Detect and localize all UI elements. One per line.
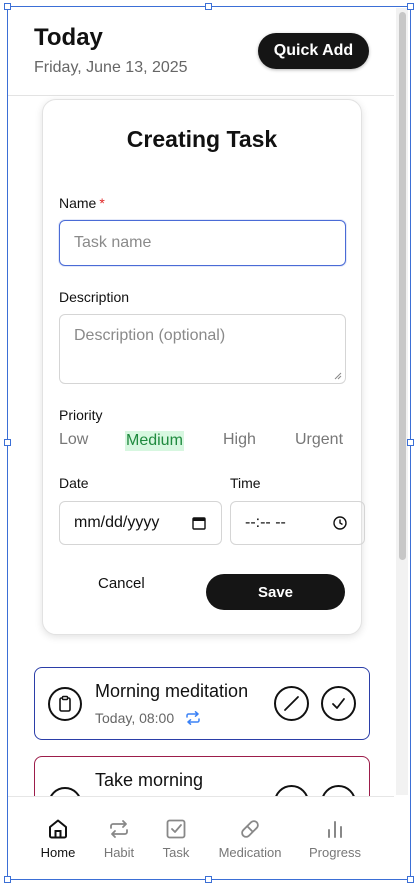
task-title: Morning meditation — [95, 681, 249, 701]
required-mark: * — [99, 195, 105, 211]
task-card[interactable]: Morning meditation Today, 08:00 — [34, 667, 370, 740]
checkbox-icon — [166, 819, 186, 839]
priority-high[interactable]: High — [223, 431, 256, 449]
skip-button[interactable] — [274, 686, 309, 721]
repeat-icon — [110, 820, 128, 838]
priority-label: Priority — [59, 407, 103, 423]
page-date: Friday, June 13, 2025 — [34, 59, 188, 76]
nav-label: Home — [40, 845, 76, 860]
bottom-nav: Home Habit Task Medication Progress — [8, 796, 394, 881]
resize-handle-top-right[interactable] — [407, 3, 414, 10]
name-label-text: Name — [59, 195, 97, 211]
modal-title: Creating Task — [126, 126, 278, 152]
clock-icon[interactable] — [332, 515, 348, 531]
time-placeholder: --:-- -- — [245, 514, 286, 531]
description-label: Description — [59, 289, 130, 305]
description-textarea[interactable]: Description (optional) — [59, 314, 346, 384]
resize-handle-right[interactable] — [407, 439, 414, 446]
task-meta: Today, 08:00 — [95, 710, 202, 726]
resize-handle-bottom-right[interactable] — [407, 876, 414, 883]
nav-label: Task — [162, 845, 190, 860]
home-icon — [49, 819, 67, 839]
task-type-button[interactable] — [48, 687, 82, 721]
resize-handle-bottom[interactable] — [205, 876, 212, 883]
nav-item-medication[interactable]: Medication — [217, 817, 283, 860]
repeat-icon — [186, 711, 200, 725]
create-task-modal: Creating Task Name * Task name Descriptio… — [42, 99, 365, 635]
task-title: Take morning — [95, 770, 204, 790]
quick-add-button[interactable]: Quick Add — [258, 33, 369, 69]
task-time: Today, 08:00 — [95, 710, 175, 726]
calendar-icon[interactable] — [191, 515, 207, 531]
cancel-button[interactable]: Cancel — [98, 575, 145, 592]
slash-icon — [284, 696, 299, 711]
scrollbar-thumb[interactable] — [399, 12, 406, 560]
resize-grip-icon[interactable] — [334, 372, 342, 380]
nav-item-home[interactable]: Home — [40, 817, 76, 860]
page-title: Today — [34, 24, 103, 51]
task-name-placeholder: Task name — [74, 234, 152, 251]
resize-handle-bottom-left[interactable] — [4, 876, 11, 883]
resize-handle-top[interactable] — [205, 3, 212, 10]
header-divider — [8, 95, 394, 96]
check-icon — [332, 698, 345, 709]
name-label: Name * — [59, 195, 105, 211]
time-label: Time — [230, 475, 261, 491]
time-input[interactable]: --:-- -- — [230, 501, 365, 545]
resize-handle-left[interactable] — [4, 439, 11, 446]
resize-handle-top-left[interactable] — [4, 3, 11, 10]
priority-urgent[interactable]: Urgent — [295, 431, 343, 449]
date-input[interactable]: mm/dd/yyyy — [59, 501, 222, 545]
clipboard-icon — [59, 695, 71, 712]
priority-medium[interactable]: Medium — [125, 431, 184, 451]
save-button[interactable]: Save — [206, 574, 345, 610]
nav-label: Progress — [309, 845, 362, 860]
pill-icon — [241, 820, 259, 838]
task-name-input[interactable]: Task name — [59, 220, 346, 266]
date-label: Date — [59, 475, 89, 491]
description-placeholder: Description (optional) — [74, 327, 226, 344]
priority-low[interactable]: Low — [59, 431, 88, 449]
nav-item-habit[interactable]: Habit — [102, 817, 136, 860]
nav-label: Medication — [218, 845, 282, 860]
nav-label: Habit — [103, 845, 135, 860]
complete-button[interactable] — [321, 686, 356, 721]
bar-chart-icon — [328, 821, 342, 838]
nav-item-progress[interactable]: Progress — [309, 817, 361, 860]
date-placeholder: mm/dd/yyyy — [74, 514, 160, 531]
nav-item-task[interactable]: Task — [162, 817, 190, 860]
